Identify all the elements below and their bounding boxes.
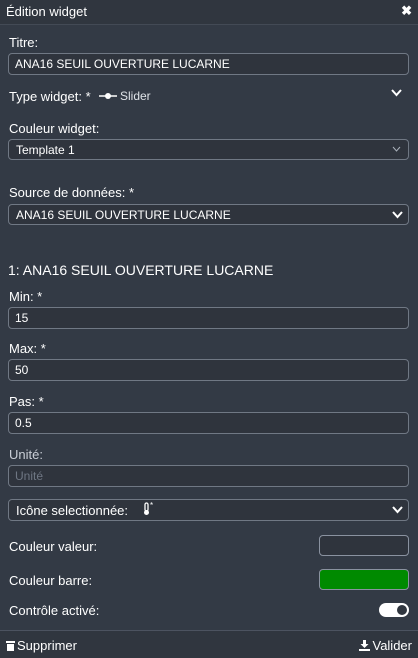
dialog-title: Édition widget [6, 4, 87, 19]
unite-label: Unité: [9, 447, 43, 462]
dialog-header: Édition widget ✖ [0, 0, 418, 25]
chevron-down-icon [392, 205, 403, 224]
type-widget-value: Slider [120, 89, 151, 103]
svg-text:*: * [150, 501, 153, 510]
pas-input[interactable] [8, 412, 409, 434]
delete-button[interactable]: Supprimer [6, 638, 77, 653]
chevron-down-icon [392, 140, 402, 159]
couleur-widget-value: Template 1 [16, 143, 75, 157]
controle-label: Contrôle activé: [9, 603, 100, 618]
dialog-footer: Supprimer Valider [0, 630, 418, 658]
delete-label: Supprimer [17, 638, 77, 653]
close-icon[interactable]: ✖ [401, 3, 412, 19]
min-label: Min: * [9, 289, 43, 304]
title-input[interactable] [8, 53, 409, 75]
validate-button[interactable]: Valider [359, 638, 412, 653]
source-value: ANA16 SEUIL OUVERTURE LUCARNE [16, 208, 231, 222]
source-select[interactable]: ANA16 SEUIL OUVERTURE LUCARNE [8, 204, 409, 225]
max-input[interactable] [8, 359, 409, 381]
min-input[interactable] [8, 307, 409, 329]
source-label: Source de données: * [9, 185, 135, 200]
chevron-down-icon[interactable] [391, 89, 402, 97]
validate-label: Valider [372, 638, 412, 653]
couleur-valeur-label: Couleur valeur: [9, 539, 98, 554]
download-icon [359, 640, 371, 651]
section-title: 1: ANA16 SEUIL OUVERTURE LUCARNE [8, 262, 274, 278]
thermometer-icon: * [142, 501, 156, 519]
couleur-barre-swatch[interactable] [319, 569, 409, 590]
toggle-knob [397, 605, 407, 615]
couleur-widget-select[interactable]: Template 1 [8, 139, 409, 160]
type-widget-label: Type widget: * [9, 89, 91, 104]
pas-label: Pas: * [9, 394, 44, 409]
couleur-barre-label: Couleur barre: [9, 573, 93, 588]
couleur-widget-label: Couleur widget: [9, 121, 100, 136]
chevron-down-icon [392, 500, 403, 520]
controle-toggle[interactable] [379, 603, 409, 617]
trash-icon [6, 641, 15, 651]
unite-input[interactable] [8, 465, 409, 487]
couleur-valeur-swatch[interactable] [319, 535, 409, 556]
icon-select-label: Icône selectionnée: [16, 503, 129, 518]
icon-select[interactable]: Icône selectionnée: * [8, 499, 409, 521]
max-label: Max: * [9, 341, 46, 356]
slider-icon [99, 93, 117, 99]
title-label: Titre: [9, 35, 39, 50]
